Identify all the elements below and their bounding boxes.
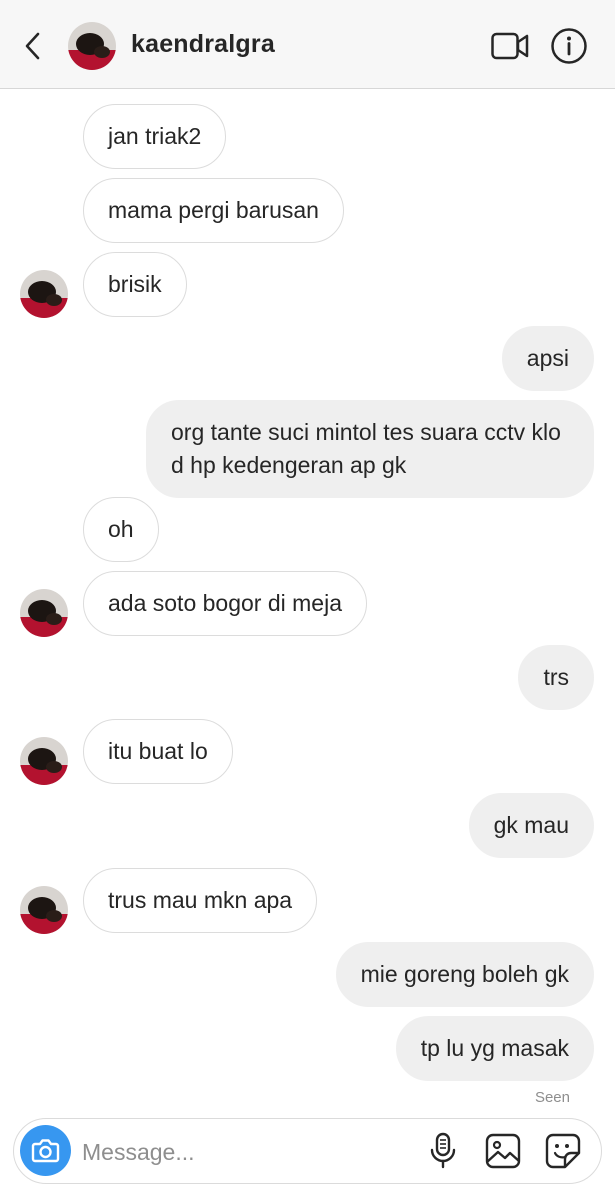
incoming-message[interactable]: mama pergi barusan bbox=[83, 178, 344, 243]
outgoing-message[interactable]: org tante suci mintol tes suara cctv klo… bbox=[146, 400, 594, 498]
message-input[interactable] bbox=[80, 1129, 414, 1175]
dm-thread-screen: kaendralgra jan triak2 mama pergi barusa… bbox=[0, 0, 615, 1200]
incoming-message[interactable]: jan triak2 bbox=[83, 104, 227, 169]
message-composer bbox=[13, 1118, 602, 1184]
incoming-message[interactable]: ada soto bogor di meja bbox=[83, 571, 367, 636]
contact-avatar[interactable] bbox=[68, 22, 116, 70]
sender-avatar[interactable] bbox=[20, 737, 68, 785]
info-icon bbox=[551, 28, 587, 64]
outgoing-message[interactable]: trs bbox=[518, 645, 594, 710]
sender-avatar[interactable] bbox=[20, 270, 68, 318]
seen-indicator: Seen bbox=[534, 1089, 570, 1106]
contact-username[interactable]: kaendralgra bbox=[131, 30, 275, 59]
sticker-button[interactable] bbox=[544, 1132, 582, 1170]
incoming-message[interactable]: trus mau mkn apa bbox=[83, 868, 318, 933]
avatar-photo bbox=[20, 270, 68, 318]
camera-icon bbox=[31, 1139, 60, 1163]
avatar-photo bbox=[20, 589, 68, 637]
info-button[interactable] bbox=[550, 27, 588, 65]
outgoing-message[interactable]: mie goreng boleh gk bbox=[335, 942, 594, 1007]
camera-button[interactable] bbox=[20, 1125, 71, 1176]
avatar-photo bbox=[68, 22, 116, 70]
sender-avatar[interactable] bbox=[20, 886, 68, 934]
microphone-icon bbox=[430, 1132, 456, 1169]
outgoing-message[interactable]: apsi bbox=[501, 326, 594, 391]
video-call-icon bbox=[491, 32, 529, 60]
gallery-button[interactable] bbox=[484, 1132, 522, 1170]
outgoing-message[interactable]: gk mau bbox=[468, 793, 594, 858]
voice-message-button[interactable] bbox=[428, 1132, 458, 1170]
message-list[interactable]: jan triak2 mama pergi barusan brisik aps… bbox=[0, 89, 615, 1109]
sticker-icon bbox=[545, 1133, 581, 1169]
incoming-message[interactable]: brisik bbox=[83, 252, 187, 317]
sender-avatar[interactable] bbox=[20, 589, 68, 637]
outgoing-message[interactable]: tp lu yg masak bbox=[395, 1016, 594, 1081]
avatar-photo bbox=[20, 886, 68, 934]
back-button[interactable] bbox=[20, 28, 46, 64]
chevron-left-icon bbox=[25, 32, 40, 60]
incoming-message[interactable]: oh bbox=[83, 497, 159, 562]
chat-header: kaendralgra bbox=[0, 0, 615, 89]
gallery-icon bbox=[485, 1133, 521, 1169]
avatar-photo bbox=[20, 737, 68, 785]
incoming-message[interactable]: itu buat lo bbox=[83, 719, 233, 784]
video-call-button[interactable] bbox=[490, 30, 530, 62]
